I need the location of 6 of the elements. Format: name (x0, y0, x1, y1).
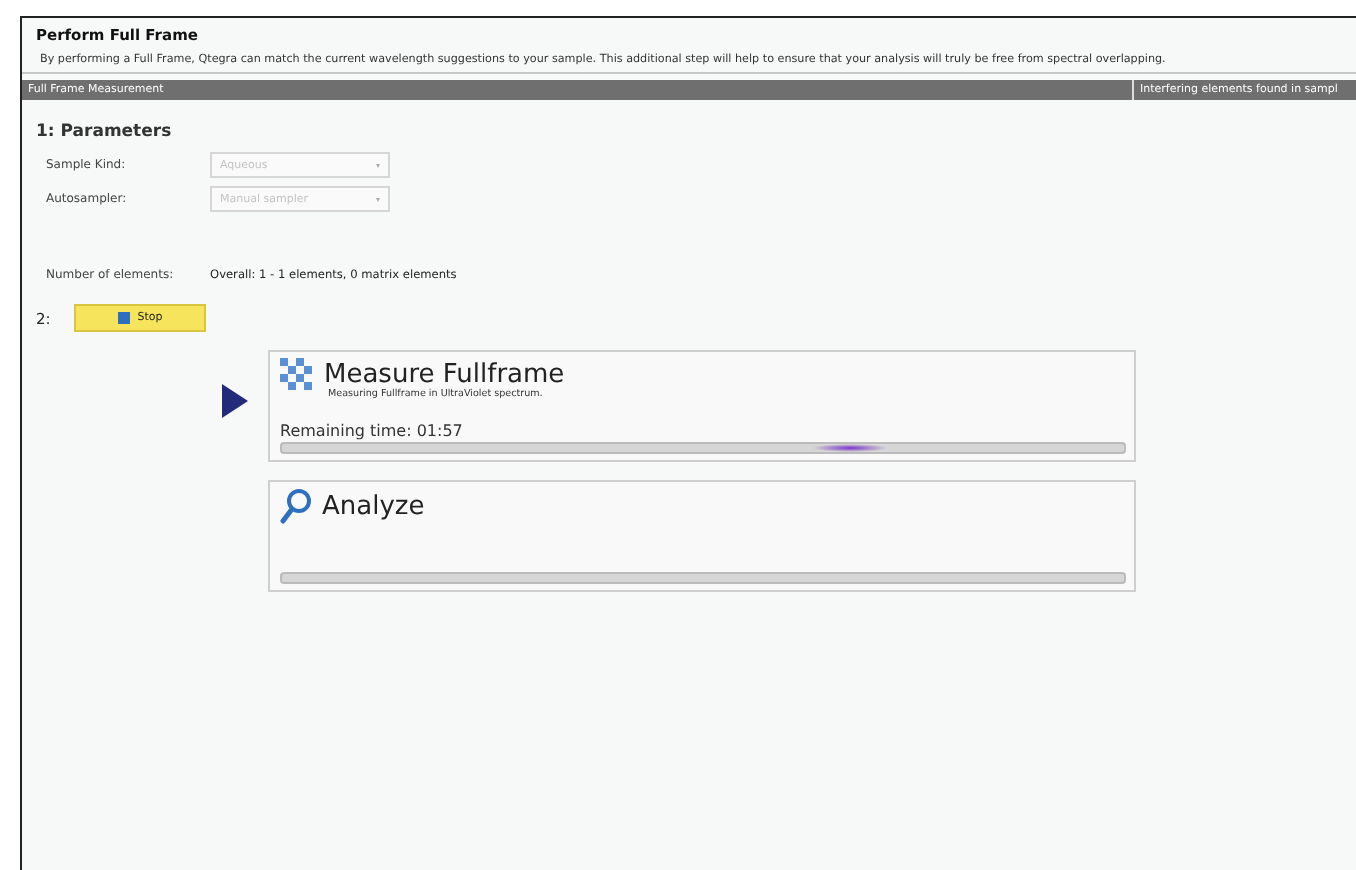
step-title: Analyze (322, 491, 425, 521)
step-title: Measure Fullframe (324, 360, 565, 390)
section-heading: 1: Parameters (36, 122, 174, 142)
checker-icon (280, 358, 314, 392)
search-icon (280, 488, 312, 524)
remaining-time: Remaining time: 01:57 (280, 422, 465, 440)
